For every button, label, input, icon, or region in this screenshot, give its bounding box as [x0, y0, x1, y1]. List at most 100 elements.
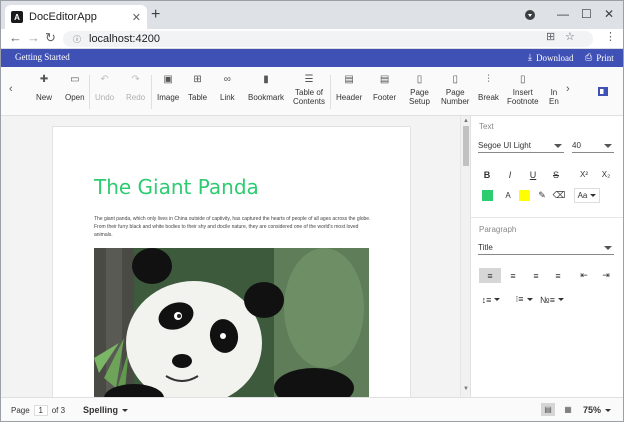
toolbar-scroll-left-icon[interactable]: ‹ — [9, 83, 13, 95]
url-field[interactable]: ⓘ localhost:4200 — [63, 31, 593, 47]
bookmark-star-icon[interactable]: ☆ — [565, 30, 575, 43]
italic-button[interactable]: I — [503, 167, 517, 182]
subscript-button[interactable]: X₂ — [598, 167, 614, 182]
properties-pane-toggle-icon[interactable] — [598, 87, 608, 96]
print-button[interactable]: ⎙ Print — [585, 52, 614, 63]
spelling-label: Spelling — [83, 405, 119, 415]
justify-button[interactable]: ≡ — [548, 268, 568, 283]
current-page-input[interactable]: 1 — [33, 405, 48, 416]
image-button[interactable]: ▣ Image — [157, 73, 179, 102]
subscript-icon: X₂ — [601, 170, 611, 179]
scroll-down-icon[interactable]: ▼ — [463, 386, 469, 392]
break-button[interactable]: ⫶ Break — [478, 73, 499, 102]
window-close-icon[interactable]: ✕ — [604, 7, 614, 21]
open-label: Open — [65, 93, 85, 102]
font-color-button[interactable]: A — [502, 188, 514, 203]
link-label: Link — [220, 93, 235, 102]
bullets-button[interactable]: ⁝≡ — [511, 292, 537, 307]
back-icon[interactable]: ← — [9, 30, 22, 45]
download-button[interactable]: ⤓ Download — [528, 52, 573, 63]
minimize-icon[interactable]: — — [557, 7, 569, 21]
reload-icon[interactable]: ↻ — [45, 30, 56, 46]
document-paragraph[interactable]: The giant panda, which only lives in Chi… — [94, 215, 374, 239]
toolbar-divider — [151, 75, 152, 109]
change-case-button[interactable]: Aa — [574, 188, 600, 203]
toolbar-scroll-right-icon[interactable]: › — [566, 83, 570, 95]
font-color-swatch[interactable] — [480, 188, 494, 203]
chevron-down-icon — [526, 298, 533, 301]
bookmark-button[interactable]: ▮ Bookmark — [248, 73, 284, 102]
font-size-dropdown[interactable]: 40 — [572, 139, 614, 153]
scrollbar-thumb[interactable] — [463, 126, 469, 166]
table-button[interactable]: ⊞ Table — [188, 73, 207, 102]
zoom-value: 75% — [583, 405, 602, 415]
print-layout-icon: ▤ — [544, 405, 552, 414]
toolbar-divider — [89, 75, 90, 109]
undo-icon: ↶ — [100, 74, 109, 85]
insert-footnote-button[interactable]: ▯ Insert Footnote — [507, 73, 539, 106]
page-setup-button[interactable]: ▯ Page Setup — [409, 73, 430, 106]
font-family-dropdown[interactable]: Segoe UI Light — [478, 139, 564, 153]
header-button[interactable]: ▤ Header — [336, 73, 362, 102]
print-layout-button[interactable]: ▤ — [541, 403, 555, 416]
justify-icon: ≡ — [555, 270, 561, 281]
table-of-contents-button[interactable]: ☰ Table of Contents — [293, 73, 325, 106]
footnote-icon: ▯ — [520, 74, 526, 85]
toc-label-line2: Contents — [293, 97, 326, 106]
browser-menu-icon[interactable]: ⋮ — [605, 30, 616, 43]
info-icon[interactable]: ⓘ — [73, 34, 81, 45]
underline-button[interactable]: U — [526, 167, 540, 182]
font-color-icon: A — [505, 191, 511, 200]
document-page[interactable]: The Giant Panda The giant panda, which o… — [52, 126, 411, 397]
paragraph-style-dropdown[interactable]: Title — [478, 241, 614, 255]
document-title[interactable]: The Giant Panda — [94, 175, 259, 199]
redo-button[interactable]: ↷ Redo — [126, 73, 145, 102]
web-layout-button[interactable]: ▦ — [561, 403, 575, 416]
chevron-down-icon — [554, 144, 562, 148]
highlight-color-swatch[interactable] — [517, 188, 531, 203]
page-number-button[interactable]: ▯ Page Number — [441, 73, 469, 106]
forward-icon[interactable]: → — [27, 30, 40, 45]
insert-footnote-label-line1: Insert — [512, 88, 533, 97]
maximize-icon[interactable]: ☐ — [581, 7, 592, 21]
link-button[interactable]: ∞ Link — [220, 73, 235, 102]
font-color-box — [481, 190, 493, 201]
install-app-icon[interactable]: ⊞ — [546, 30, 555, 43]
highlight-button[interactable]: ✎ — [535, 188, 549, 203]
line-spacing-button[interactable]: ↕≡ — [479, 292, 503, 307]
image-icon: ▣ — [163, 74, 173, 85]
increase-indent-icon: ⇥ — [602, 270, 610, 280]
strikethrough-button[interactable]: S — [549, 167, 563, 182]
zoom-dropdown[interactable]: 75% — [583, 405, 612, 415]
numbering-button[interactable]: №≡ — [539, 292, 565, 307]
browser-window: A DocEditorApp ✕ + — ☐ ✕ ← → ↻ ⓘ localho… — [0, 0, 624, 422]
section-divider — [471, 217, 623, 218]
scroll-up-icon[interactable]: ▲ — [463, 118, 469, 124]
tab-close-icon[interactable]: ✕ — [132, 11, 141, 24]
increase-indent-button[interactable]: ⇥ — [597, 268, 615, 283]
page-setup-icon: ▯ — [416, 74, 423, 85]
superscript-button[interactable]: X² — [576, 167, 592, 182]
align-right-button[interactable]: ≡ — [526, 268, 546, 283]
insert-endnote-button[interactable]: In En — [549, 73, 559, 106]
document-area[interactable]: The Giant Panda The giant panda, which o… — [1, 116, 460, 397]
align-left-button[interactable]: ≡ — [479, 268, 501, 283]
folder-icon: ▭ — [70, 74, 80, 85]
app-bar: Getting Started ⤓ Download ⎙ Print — [1, 49, 623, 67]
spelling-dropdown[interactable]: Spelling — [83, 405, 129, 415]
panda-image[interactable] — [94, 248, 369, 397]
underline-icon: U — [529, 169, 537, 180]
document-scrollbar[interactable]: ▲ ▼ — [460, 116, 470, 397]
new-button[interactable]: ✚ New — [36, 73, 52, 102]
bold-button[interactable]: B — [480, 167, 494, 182]
undo-button[interactable]: ↶ Undo — [95, 73, 114, 102]
toolbar: ‹ ✚ New ▭ Open ↶ Undo ↷ Redo ▣ Image ⊞ T… — [1, 67, 623, 116]
align-center-button[interactable]: ≡ — [503, 268, 523, 283]
open-button[interactable]: ▭ Open — [65, 73, 85, 102]
profile-menu-icon[interactable] — [525, 10, 535, 20]
footer-button[interactable]: ▤ Footer — [373, 73, 396, 102]
new-tab-icon[interactable]: + — [151, 7, 160, 23]
browser-tab[interactable]: A DocEditorApp ✕ — [5, 5, 147, 29]
clear-format-button[interactable]: ⌫ — [552, 188, 566, 203]
decrease-indent-button[interactable]: ⇤ — [575, 268, 593, 283]
